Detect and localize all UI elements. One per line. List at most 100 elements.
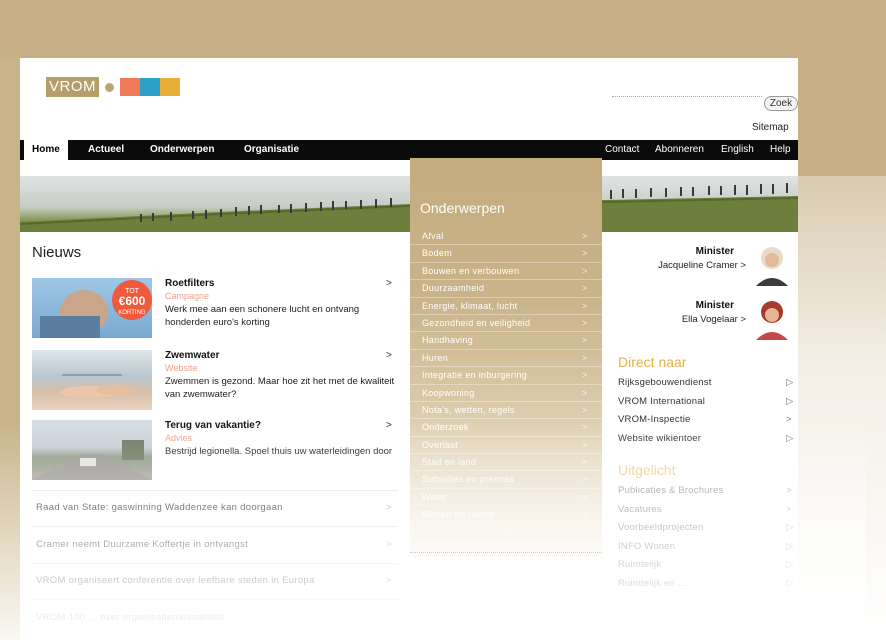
minister-name-text: Ella Vogelaar — [681, 314, 738, 325]
topic-item-water[interactable]: Water > — [410, 489, 602, 507]
topic-item-wonen[interactable]: Wonen en ruimte > — [410, 506, 602, 524]
news-category: Advies — [165, 433, 193, 443]
chevron-right-icon: > — [582, 491, 588, 502]
direct-link[interactable]: VROM-Inspectie > — [618, 411, 798, 430]
logo-block-yellow — [160, 78, 180, 96]
chevron-right-icon: > — [386, 420, 392, 431]
search-button[interactable]: Zoek — [764, 96, 798, 111]
chevron-right-icon: > — [386, 350, 392, 361]
minister-card-cramer[interactable]: Minister Jacqueline Cramer > — [610, 246, 798, 290]
service-link[interactable]: INFO Wonen ▷ — [618, 538, 798, 557]
logo-text: VROM — [46, 77, 99, 97]
vrom-logo[interactable]: VROM — [46, 76, 180, 98]
chevron-right-icon: > — [582, 300, 588, 311]
minister-photo-vogelaar — [756, 301, 788, 340]
chevron-right-icon: > — [582, 317, 588, 328]
topic-item-afval[interactable]: Afval > — [410, 228, 602, 246]
topic-label: Gezondheid en veiligheid — [422, 317, 531, 328]
chevron-right-icon: > — [786, 503, 792, 515]
direct-link[interactable]: Website wikientoer ▷ — [618, 430, 798, 449]
topic-item-stad-en-land[interactable]: Stad en land > — [410, 454, 602, 472]
chevron-right-icon: > — [786, 414, 792, 425]
minister-role: Minister — [695, 300, 734, 311]
topic-item-subsidies[interactable]: Subsidies en premies > — [410, 471, 602, 489]
external-link-icon: ▷ — [786, 577, 794, 589]
direct-naar-list: Rijksgebouwendienst ▷ VROM International ▷… — [618, 374, 798, 448]
direct-link-label: VROM International — [618, 395, 706, 407]
chevron-right-icon: > — [582, 283, 588, 294]
nav-organisatie[interactable]: Organisatie — [244, 140, 299, 160]
direct-link[interactable]: Rijksgebouwendienst ▷ — [618, 374, 798, 393]
topic-item-gezondheid[interactable]: Gezondheid en veiligheid > — [410, 315, 602, 333]
topic-label: Subsidies en premies — [422, 474, 515, 485]
service-link[interactable]: Voorbeeldprojecten ▷ — [618, 519, 798, 538]
service-link-label: Publicaties & Brochures — [618, 485, 724, 496]
chevron-right-icon: > — [582, 335, 588, 346]
direct-link-label: VROM-Inspectie — [618, 414, 691, 425]
news-item-terug-van-vakantie[interactable]: Terug van vakantie? > Advies Bestrijd le… — [32, 420, 400, 482]
headline-link[interactable]: VROM 100 ... over organisatieminimalitei… — [36, 612, 396, 623]
topic-item-koopwoning[interactable]: Koopwoning > — [410, 385, 602, 402]
topic-label: Afval — [422, 231, 444, 241]
news-title: Zwemwater — [165, 350, 220, 361]
topic-item-bouwen[interactable]: Bouwen en verbouwen > — [410, 263, 602, 281]
topic-item-huren[interactable]: Huren > — [410, 350, 602, 368]
chevron-right-icon: > — [582, 474, 588, 485]
chevron-right-icon: > — [582, 387, 588, 398]
service-link[interactable]: Publicaties & Brochures > — [618, 482, 798, 501]
topic-item-onderzoek[interactable]: Onderzoek > — [410, 419, 602, 437]
external-link-icon: ▷ — [786, 540, 794, 552]
topic-item-duurzaamheid[interactable]: Duurzaamheid > — [410, 280, 602, 298]
topics-dropdown-panel: Onderwerpen Afval > Bodem > Bouwen en verb… — [410, 158, 602, 558]
external-link-icon: ▷ — [786, 522, 794, 533]
topic-item-notas[interactable]: Nota's, wetten, regels > — [410, 402, 602, 420]
people-on-dike-image — [20, 183, 798, 232]
service-link[interactable]: Ruimtelijk en ... ▷ — [618, 575, 798, 594]
logo-dot-icon — [105, 82, 114, 92]
main-navigation: Home Actueel Onderwerpen Organisatie Con… — [20, 140, 798, 160]
headline-text: Raad van State: gaswinning Waddenzee kan… — [36, 502, 283, 513]
topic-label: Koopwoning — [422, 387, 475, 398]
topic-item-handhaving[interactable]: Handhaving > — [410, 332, 602, 350]
topic-label: Handhaving — [422, 335, 474, 346]
chevron-right-icon: > — [386, 502, 392, 513]
topic-item-energie[interactable]: Energie, klimaat, lucht > — [410, 298, 602, 315]
divider — [32, 526, 398, 527]
uitgelicht-heading: Uitgelicht — [618, 462, 676, 478]
nav-contact[interactable]: Contact — [605, 140, 639, 160]
topic-item-overlast[interactable]: Overlast > — [410, 437, 602, 455]
service-link[interactable]: Ruimtelijk ▷ — [618, 556, 798, 575]
direct-link[interactable]: VROM International ▷ — [618, 393, 798, 412]
minister-card-vogelaar[interactable]: Minister Ella Vogelaar > — [610, 300, 798, 344]
sitemap-link[interactable]: Sitemap — [752, 122, 789, 133]
topic-item-integratie[interactable]: Integratie en inburgering > — [410, 367, 602, 385]
chevron-right-icon: > — [582, 404, 588, 415]
headline-link[interactable]: Raad van State: gaswinning Waddenzee kan… — [36, 502, 396, 513]
search-input[interactable] — [612, 96, 762, 97]
news-text: Zwemmen is gezond. Maar hoe zit het met … — [165, 376, 395, 400]
nav-onderwerpen[interactable]: Onderwerpen — [150, 140, 214, 160]
nav-home[interactable]: Home — [24, 140, 68, 160]
news-thumbnail-zwemwater — [32, 350, 152, 410]
news-thumbnail-roetfilters: TOT €600 KORTING — [32, 278, 152, 338]
nav-english[interactable]: English — [721, 140, 754, 160]
external-link-icon: ▷ — [786, 395, 794, 407]
nav-help[interactable]: Help — [770, 140, 791, 160]
nav-actueel[interactable]: Actueel — [88, 140, 124, 160]
news-item-zwemwater[interactable]: Zwemwater > Website Zwemmen is gezond. M… — [32, 350, 400, 412]
headline-link[interactable]: VROM organiseert conferentie over leefba… — [36, 575, 396, 586]
nav-abonneren[interactable]: Abonneren — [655, 140, 704, 160]
header-banner-photo — [20, 176, 798, 232]
service-link[interactable]: Vacatures > — [618, 501, 798, 520]
news-item-roetfilters[interactable]: TOT €600 KORTING Roetfilters > Campagne … — [32, 278, 400, 340]
news-text: Bestrijd legionella. Spoel thuis uw wate… — [165, 446, 393, 457]
chevron-right-icon: > — [786, 485, 792, 496]
news-title: Terug van vakantie? — [165, 420, 261, 431]
topic-item-bodem[interactable]: Bodem > — [410, 245, 602, 263]
topic-label: Energie, klimaat, lucht — [422, 300, 518, 311]
chevron-right-icon: > — [582, 422, 588, 433]
headline-link[interactable]: Cramer neemt Duurzame Koffertje in ontva… — [36, 539, 396, 550]
page-container: VROM Zoek Sitemap Home Actueel Onderwerp… — [20, 58, 798, 640]
topic-label: Nota's, wetten, regels — [422, 404, 515, 415]
divider — [32, 490, 398, 491]
